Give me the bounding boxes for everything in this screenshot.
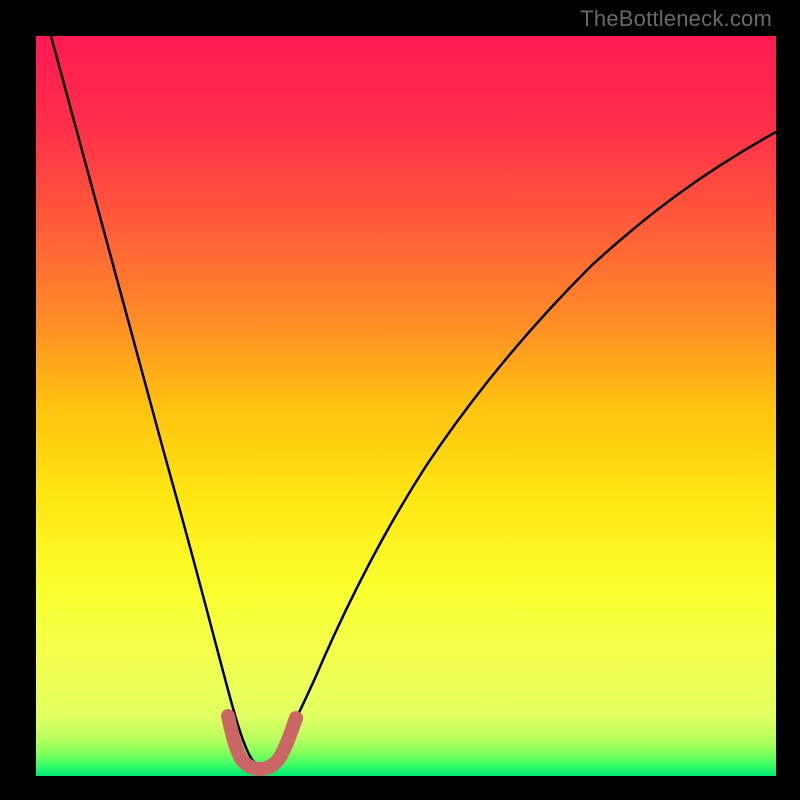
gradient-background — [36, 36, 776, 776]
chart-svg — [36, 36, 776, 776]
watermark-text: TheBottleneck.com — [580, 6, 772, 32]
chart-plot-area — [36, 36, 776, 776]
